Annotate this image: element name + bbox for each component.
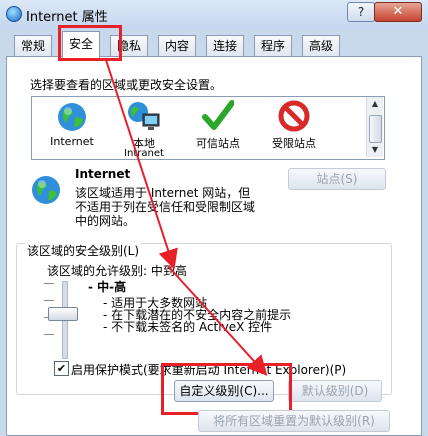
slider-tick [44, 300, 54, 301]
scroll-down-icon[interactable]: ▼ [367, 143, 383, 157]
tab-programs[interactable]: 程序 [254, 35, 293, 57]
globe-icon [32, 176, 60, 204]
scroll-up-icon[interactable]: ▲ [367, 97, 383, 111]
tab-advanced[interactable]: 高级 [302, 35, 341, 57]
close-button[interactable]: ✕ [374, 2, 422, 22]
security-level-title: 该区域的安全级别(L) [25, 242, 142, 259]
window-title: Internet 属性 [26, 10, 108, 25]
zone-label: Internet [50, 135, 94, 148]
zone-restricted-sites[interactable]: 受限站点 [254, 97, 334, 159]
custom-level-highlight-box [161, 363, 292, 415]
help-button[interactable]: ? [347, 2, 375, 22]
globe-icon [58, 103, 86, 131]
sites-button[interactable]: 站点(S) [288, 168, 386, 190]
protected-mode-checkbox[interactable]: ✔ [54, 361, 69, 376]
selected-zone-name: Internet [75, 167, 131, 181]
slider-tick [44, 283, 54, 284]
level-name: - 中-高 [88, 280, 127, 294]
tab-connections[interactable]: 连接 [206, 35, 245, 57]
zone-sublabel: Intranet [124, 148, 164, 159]
tab-general[interactable]: 常规 [14, 35, 53, 57]
default-level-button[interactable]: 默认级别(D) [288, 380, 382, 402]
zone-internet[interactable]: Internet [32, 97, 112, 159]
scrollbar-thumb[interactable] [369, 115, 382, 143]
slider-tick [44, 334, 54, 335]
zone-label: 可信站点 [196, 137, 240, 150]
intranet-icon [128, 102, 160, 130]
tab-highlight-box [58, 25, 122, 61]
zone-prompt: 选择要查看的区域或更改安全设置。 [30, 78, 223, 92]
security-level-slider-thumb[interactable] [48, 307, 78, 321]
internet-explorer-icon [6, 6, 22, 22]
tab-content[interactable]: 内容 [158, 35, 197, 57]
level-bullet: - 不下载未签名的 ActiveX 控件 [103, 320, 273, 334]
zone-list-scrollbar[interactable]: ▲ ▼ [366, 97, 383, 157]
checkmark-icon [202, 100, 234, 130]
zone-trusted-sites[interactable]: 可信站点 [178, 97, 258, 159]
zone-label: 受限站点 [272, 137, 316, 150]
reset-all-zones-button[interactable]: 将所有区域重置为默认级别(R) [198, 410, 390, 432]
allowed-levels-label: 该区域的允许级别: 中到高 [47, 264, 187, 278]
zone-description-line: 中的网站。 [75, 214, 136, 228]
zone-list[interactable]: Internet 本地 Intranet 可信站点 受限站点 [31, 96, 385, 160]
restricted-icon [278, 100, 310, 132]
zone-local-intranet[interactable]: 本地 Intranet [104, 97, 184, 159]
